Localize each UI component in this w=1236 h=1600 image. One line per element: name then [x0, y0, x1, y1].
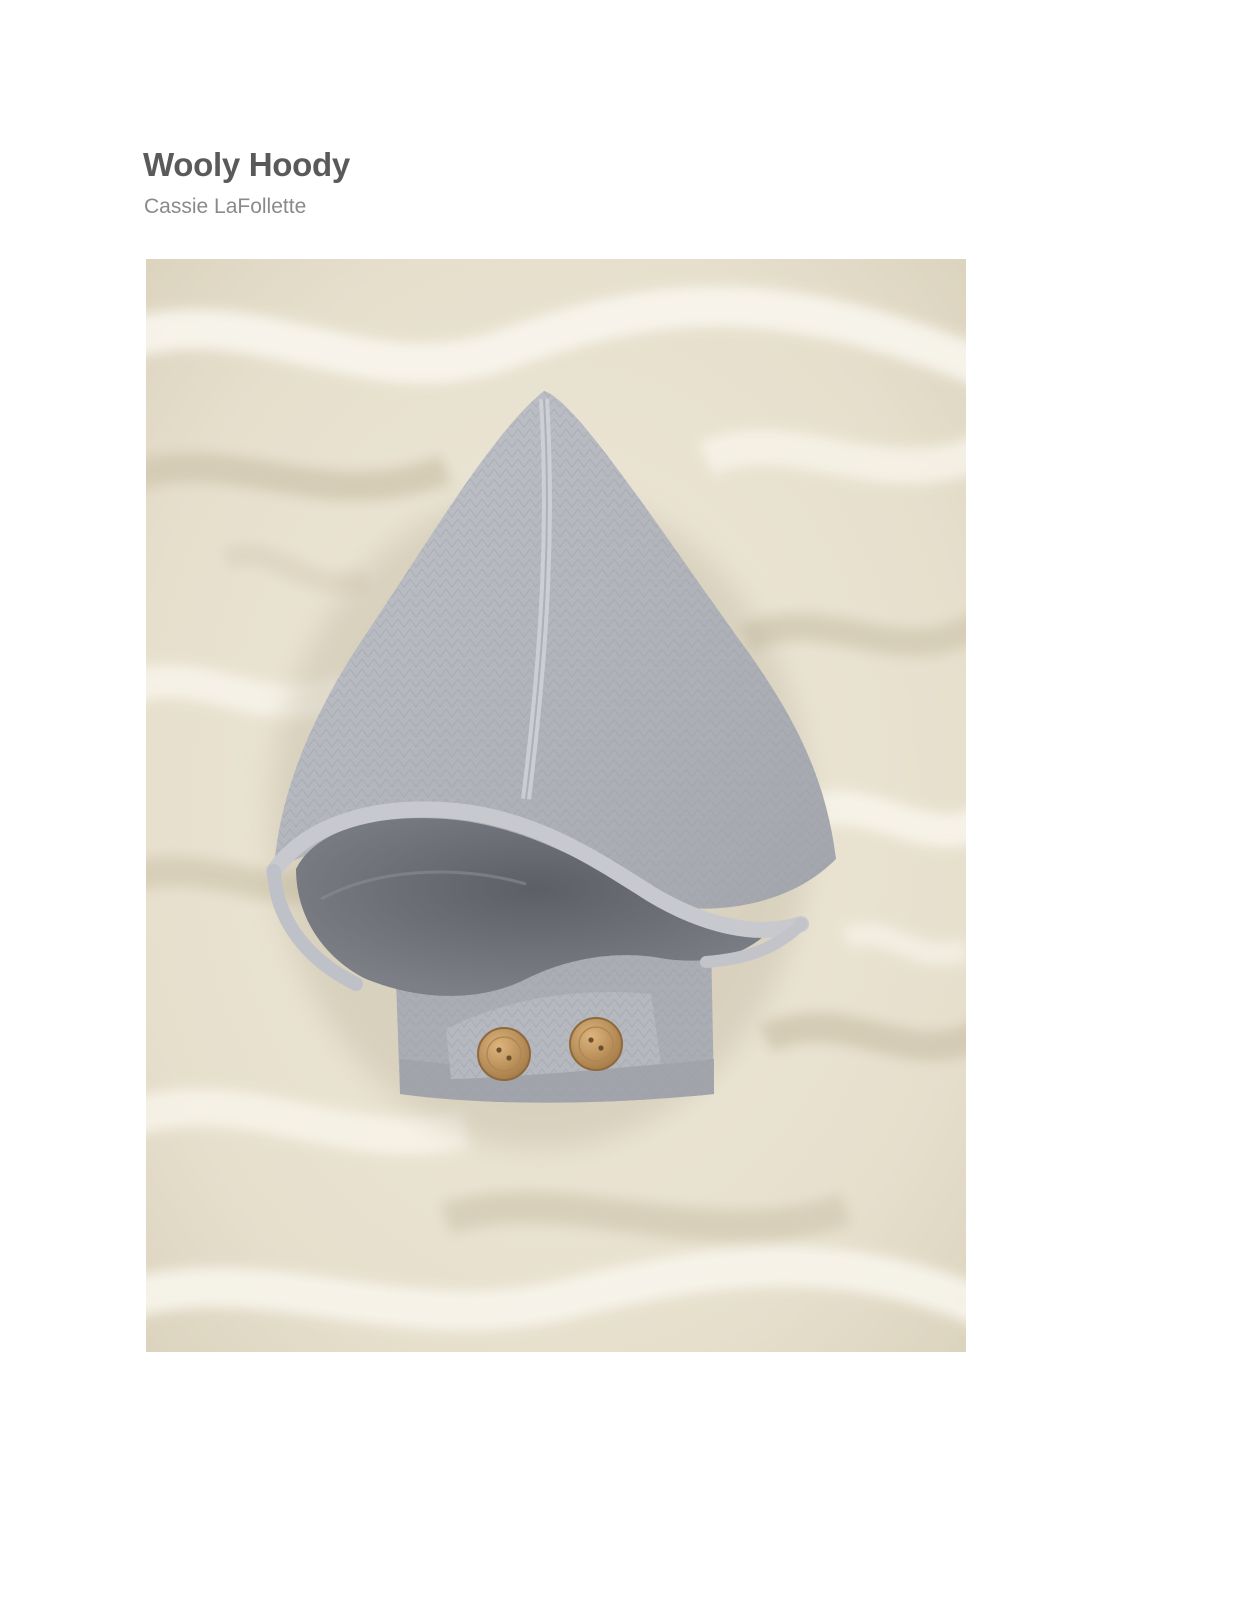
author-name: Cassie LaFollette [144, 195, 307, 218]
knitted-hood-photo-icon [146, 259, 966, 1352]
button-left-icon [477, 1027, 531, 1081]
product-photo [146, 259, 966, 1352]
button-right-icon [569, 1017, 623, 1071]
page-title: Wooly Hoody [143, 146, 350, 183]
